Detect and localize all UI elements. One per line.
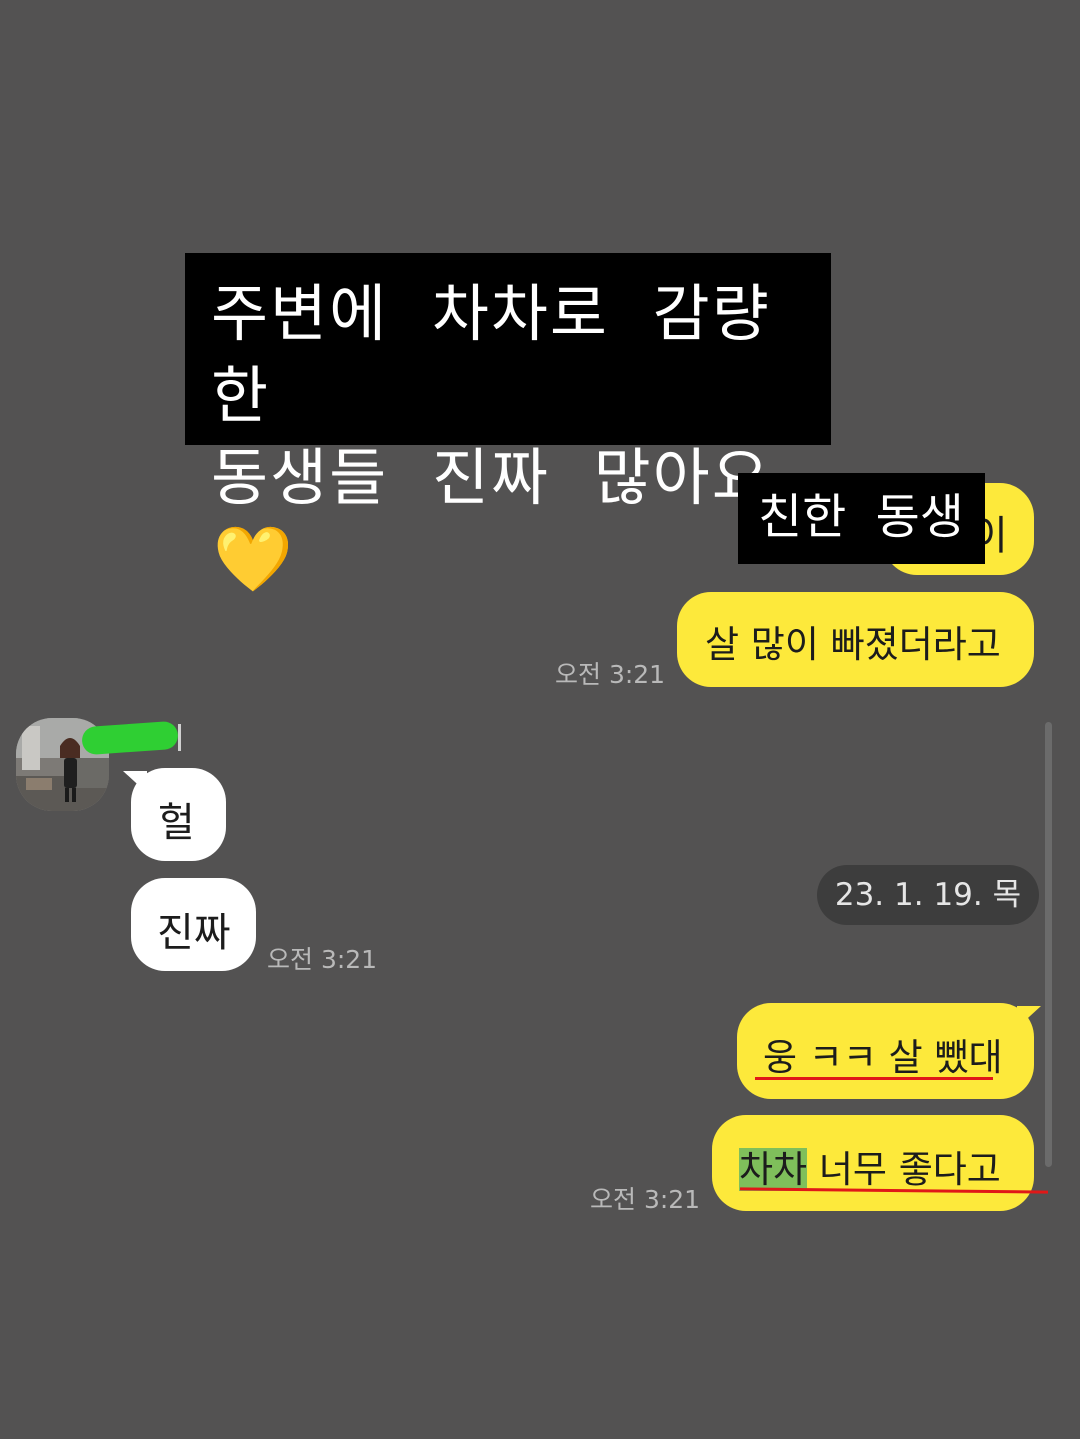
caption-overlay-main: 주변에 차차로 감량한 동생들 진짜 많아요 💛 (185, 253, 831, 597)
red-underline-annotation (755, 1077, 993, 1080)
message-timestamp: 오전 3:21 (590, 1185, 701, 1214)
sender-name-cursor (178, 724, 181, 751)
message-text: 헐 (158, 800, 195, 846)
yellow-heart-icon: 💛 (213, 523, 295, 597)
sender-name-redaction (81, 720, 179, 756)
message-bubble-incoming[interactable]: 진짜 (131, 878, 256, 971)
scrollbar[interactable] (1045, 722, 1052, 1167)
highlighted-text: 차차 (739, 1148, 808, 1191)
message-timestamp: 오전 3:21 (555, 660, 666, 689)
message-bubble-outgoing[interactable]: 차차 너무 좋다고 (712, 1115, 1034, 1211)
message-bubble-incoming[interactable]: 헐 (131, 768, 226, 861)
message-bubble-outgoing[interactable]: 웅 ㅋㅋ 살 뺐대 (737, 1003, 1034, 1099)
caption-line-1: 주변에 차차로 감량한 (211, 277, 771, 432)
message-timestamp: 오전 3:21 (267, 945, 378, 974)
caption-line-2: 동생들 진짜 많아요 💛 (211, 437, 813, 601)
caption-line-2-text: 동생들 진짜 많아요 (211, 441, 771, 514)
caption-overlay-friend: 친한 동생 (738, 473, 985, 564)
message-text: 살 많이 빠졌더라고 (705, 623, 1001, 666)
message-text: 너무 좋다고 (807, 1148, 1001, 1191)
date-divider: 23. 1. 19. 목 (817, 865, 1039, 925)
message-text: 웅 ㅋㅋ 살 뺐대 (763, 1036, 1003, 1079)
message-text: 진짜 (157, 910, 231, 956)
message-bubble-outgoing[interactable]: 살 많이 빠졌더라고 (677, 592, 1034, 687)
